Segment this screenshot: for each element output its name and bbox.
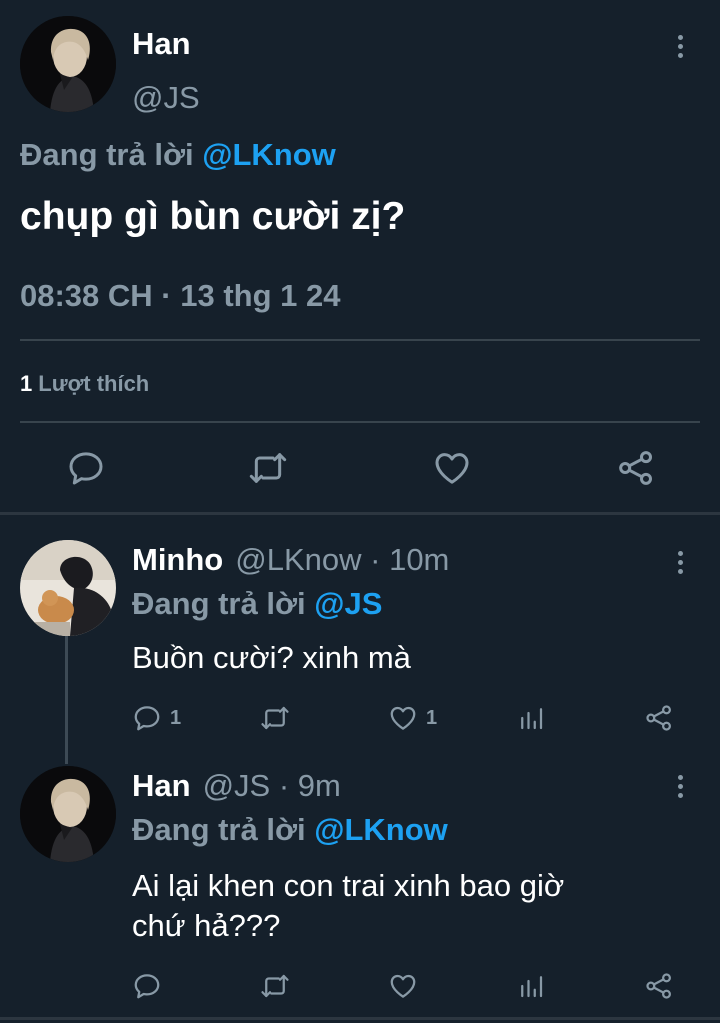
reply-icon [132, 703, 162, 733]
likes-summary[interactable]: 1 Lượt thích [20, 371, 149, 397]
replying-prefix: Đang trả lời [132, 812, 306, 847]
retweet-button[interactable] [260, 702, 298, 734]
tweet-header: Minho @LKnow · 10m [132, 542, 449, 578]
divider [0, 1017, 720, 1020]
tweet-header: Han @JS · 9m [132, 768, 341, 804]
replying-to: Đang trả lời @JS [132, 586, 382, 622]
retweet-button[interactable] [260, 970, 298, 1002]
more-options-button[interactable] [665, 766, 695, 806]
tweet-thread-screen: Han @JS Đang trả lời @LKnow chụp gì bùn … [0, 0, 720, 1023]
share-icon [644, 971, 674, 1001]
mention-link[interactable]: @LKnow [314, 812, 448, 847]
like-button[interactable]: 1 [388, 702, 437, 734]
author-name[interactable]: Minho [132, 542, 223, 577]
replying-prefix: Đang trả lời [132, 586, 306, 621]
author-handle[interactable]: @JS [132, 80, 200, 116]
tweet-time[interactable]: · 10m [370, 542, 449, 577]
replying-to: Đang trả lời @LKnow [132, 812, 448, 848]
tweet-time[interactable]: · 9m [279, 768, 341, 803]
like-button[interactable] [388, 970, 426, 1002]
more-options-button[interactable] [665, 26, 695, 66]
mention-link[interactable]: @JS [314, 586, 382, 621]
replying-to: Đang trả lời @LKnow [20, 137, 336, 173]
author-name[interactable]: Han [132, 768, 191, 803]
analytics-icon [516, 971, 546, 1001]
reply-count: 1 [170, 706, 182, 729]
divider [20, 421, 700, 423]
analytics-icon [516, 703, 546, 733]
more-options-button[interactable] [665, 542, 695, 582]
tweet-text: chụp gì bùn cười zị? [20, 195, 406, 238]
replying-prefix: Đang trả lời [20, 137, 194, 172]
like-count: 1 [20, 371, 33, 396]
retweet-icon [260, 703, 290, 733]
divider [0, 512, 720, 515]
like-icon [388, 703, 418, 733]
tweet-text: Ai lại khen con trai xinh bao giờ chứ hả… [132, 866, 564, 946]
divider [20, 339, 700, 341]
retweet-icon[interactable] [248, 448, 288, 488]
tweet-text-line: Ai lại khen con trai xinh bao giờ [132, 868, 565, 903]
avatar[interactable] [20, 766, 116, 862]
share-icon[interactable] [616, 448, 656, 488]
avatar[interactable] [20, 16, 116, 112]
tweet-text-line: chứ hả??? [132, 908, 281, 943]
like-icon[interactable] [432, 448, 472, 488]
thread-connector [65, 636, 68, 764]
mention-link[interactable]: @LKnow [202, 137, 336, 172]
analytics-button[interactable] [516, 970, 546, 1002]
like-count: 1 [426, 706, 438, 729]
retweet-icon [260, 971, 290, 1001]
author-name[interactable]: Han [132, 26, 191, 62]
author-handle[interactable]: @JS [203, 768, 271, 803]
share-button[interactable] [644, 702, 674, 734]
main-tweet: Han @JS Đang trả lời @LKnow chụp gì bùn … [0, 0, 720, 512]
author-handle[interactable]: @LKnow [235, 542, 361, 577]
like-label: Lượt thích [38, 371, 150, 396]
reply-icon [132, 971, 162, 1001]
reply-button[interactable]: 1 [132, 702, 181, 734]
reply-button[interactable] [132, 970, 170, 1002]
share-icon [644, 703, 674, 733]
avatar[interactable] [20, 540, 116, 636]
like-icon [388, 971, 418, 1001]
share-button[interactable] [644, 970, 674, 1002]
tweet-timestamp[interactable]: 08:38 CH · 13 thg 1 24 [20, 278, 340, 314]
analytics-button[interactable] [516, 702, 546, 734]
reply-icon[interactable] [66, 448, 106, 488]
tweet-text: Buồn cười? xinh mà [132, 640, 411, 675]
